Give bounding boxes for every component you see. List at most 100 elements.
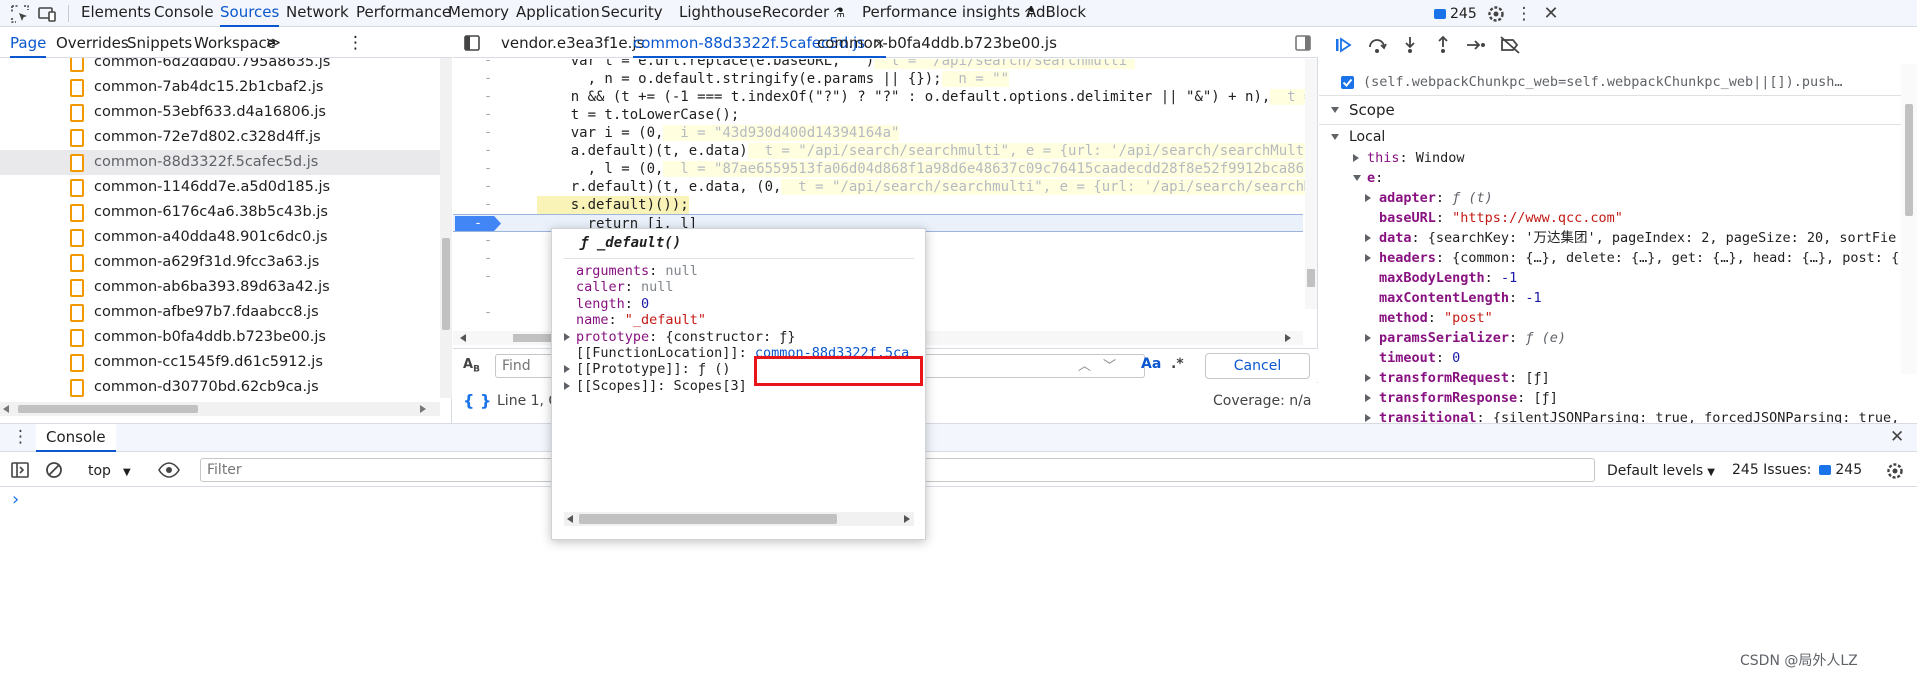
code-line[interactable]: - , l = (0, l = "87ae6559513fa06d04d868f… xyxy=(453,160,1305,178)
tab-console[interactable]: Console xyxy=(154,0,214,27)
scroll-right-arrow-icon[interactable] xyxy=(904,515,910,523)
tab-adblock[interactable]: AdBlock xyxy=(1026,0,1086,27)
hovered-expression[interactable]: s.default)()); xyxy=(537,196,689,214)
file-item[interactable]: common-a40dda48.901c6dc0.js xyxy=(0,225,440,250)
console-settings-gear-icon[interactable] xyxy=(1885,461,1905,481)
editor-tab-common-b0fa4ddb[interactable]: common-b0fa4ddb.b723be00.js xyxy=(817,28,1057,58)
code-line[interactable]: - r.default)(t, e.data, (0, t = "/api/se… xyxy=(453,178,1305,196)
scope-variable-row[interactable]: maxContentLength: -1 xyxy=(1319,288,1909,308)
file-item[interactable]: common-b0fa4ddb.b723be00.js xyxy=(0,325,440,350)
scope-variable-row[interactable]: maxBodyLength: -1 xyxy=(1319,268,1909,288)
code-line[interactable]: - a.default)(t, e.data) t = "/api/search… xyxy=(453,142,1305,160)
nav-tab-workspace[interactable]: Workspace xyxy=(194,28,276,58)
scope-vscroll-thumb[interactable] xyxy=(1905,104,1913,216)
scroll-left-arrow-icon[interactable] xyxy=(3,405,9,413)
scroll-right-arrow-icon[interactable] xyxy=(1285,334,1291,342)
file-item-selected[interactable]: common-88d3322f.5cafec5d.js xyxy=(0,150,440,175)
close-drawer-icon[interactable]: ✕ xyxy=(1890,427,1904,447)
scope-section-header[interactable]: Scope xyxy=(1319,97,1909,123)
inspect-element-icon[interactable] xyxy=(10,4,30,24)
nav-tab-overrides[interactable]: Overrides xyxy=(56,28,129,58)
tab-lighthouse[interactable]: Lighthouse xyxy=(679,0,762,27)
more-tabs-chevron-icon[interactable]: ≫ xyxy=(266,28,281,58)
issues-badge[interactable]: 245 xyxy=(1434,4,1477,24)
file-item[interactable]: common-72e7d802.c328d4ff.js xyxy=(0,125,440,150)
cancel-find-button[interactable]: Cancel xyxy=(1205,353,1310,379)
file-item[interactable]: common-afbe97b7.fdaabcc8.js xyxy=(0,300,440,325)
file-item[interactable]: common-6176c4a6.38b5c43b.js xyxy=(0,200,440,225)
tab-performance-insights[interactable]: Performance insights ⚗ xyxy=(862,0,1036,27)
popover-hscroll-thumb[interactable] xyxy=(579,514,837,524)
tab-application[interactable]: Application xyxy=(516,0,600,27)
close-devtools-icon[interactable]: ✕ xyxy=(1541,4,1561,24)
find-replace-toggle-icon[interactable]: AB xyxy=(463,357,480,375)
drawer-menu-icon[interactable]: ⋮ xyxy=(12,427,29,447)
scope-variable-row[interactable]: adapter: ƒ (t) xyxy=(1319,188,1909,208)
scope-vscrollbar[interactable] xyxy=(1901,64,1917,374)
navigator-hscroll-thumb[interactable] xyxy=(18,405,198,413)
tab-recorder[interactable]: Recorder ⚗ xyxy=(762,0,845,27)
file-item[interactable]: common-d30770bd.62cb9ca.js xyxy=(0,375,440,398)
console-issues-counter[interactable]: 245 Issues: 245 xyxy=(1732,460,1862,480)
nav-tab-snippets[interactable]: Snippets xyxy=(127,28,192,58)
pretty-print-icon[interactable]: { } xyxy=(463,391,491,410)
code-line[interactable]: - var i = (0, i = "43d930d400d14394164a" xyxy=(453,124,1303,142)
step-over-icon[interactable] xyxy=(1366,35,1388,55)
console-sidebar-toggle-icon[interactable] xyxy=(11,462,29,478)
scope-variable-row[interactable]: method: "post" xyxy=(1319,308,1909,328)
callstack-checkbox[interactable] xyxy=(1341,76,1354,89)
navigator-vscrollbar[interactable] xyxy=(440,58,452,398)
code-line[interactable]: - t = t.toLowerCase(); xyxy=(453,106,1303,124)
popover-function-signature[interactable]: ƒ _default() xyxy=(580,235,681,251)
scope-variable-row[interactable]: timeout: 0 xyxy=(1319,348,1909,368)
scope-variable-row[interactable]: baseURL: "https://www.qcc.com" xyxy=(1319,208,1909,228)
code-line[interactable]: - var t = e.url.replace(e.baseURL, "") t… xyxy=(453,59,1303,70)
toggle-navigator-icon[interactable] xyxy=(463,34,481,52)
drawer-tab-console[interactable]: Console xyxy=(36,424,116,452)
scope-variable-row[interactable]: headers: {common: {…}, delete: {…}, get:… xyxy=(1319,248,1909,268)
device-toolbar-icon[interactable] xyxy=(37,4,57,24)
navigator-hscrollbar[interactable] xyxy=(0,402,440,416)
regex-button[interactable]: .* xyxy=(1171,356,1184,372)
log-levels-dropdown[interactable]: Default levels ▼ xyxy=(1607,461,1715,481)
toggle-debugger-icon[interactable] xyxy=(1294,34,1312,52)
console-prompt[interactable]: › xyxy=(12,490,19,510)
scroll-left-arrow-icon[interactable] xyxy=(567,515,573,523)
tab-performance[interactable]: Performance xyxy=(356,0,451,27)
file-item[interactable]: common-7ab4dc15.2b1cbaf2.js xyxy=(0,75,440,100)
editor-vscroll-thumb[interactable] xyxy=(1307,269,1315,287)
code-line[interactable]: - , n = o.default.stringify(e.params || … xyxy=(453,70,1303,88)
editor-vscrollbar[interactable] xyxy=(1305,59,1317,309)
code-line[interactable]: - n && (t += (-1 === t.indexOf("?") ? "?… xyxy=(453,88,1305,106)
deactivate-breakpoints-icon[interactable] xyxy=(1499,35,1521,55)
nav-tab-page[interactable]: Page xyxy=(10,28,47,58)
code-line[interactable]: - s.default)()); xyxy=(453,196,1303,214)
file-item[interactable]: common-cc1545f9.d61c5912.js xyxy=(0,350,440,375)
scroll-right-arrow-icon[interactable] xyxy=(420,405,426,413)
step-out-icon[interactable] xyxy=(1432,35,1454,55)
match-case-button[interactable]: Aa xyxy=(1141,356,1161,372)
tab-memory[interactable]: Memory xyxy=(448,0,509,27)
context-selector[interactable]: top ▼ xyxy=(88,461,131,481)
tab-elements[interactable]: Elements xyxy=(81,0,151,27)
resume-icon[interactable] xyxy=(1333,35,1355,55)
scope-variable-row[interactable]: this: Window xyxy=(1319,148,1909,168)
scope-variable-row[interactable]: transformRequest: [ƒ] xyxy=(1319,368,1909,388)
scope-variable-row[interactable]: paramsSerializer: ƒ (e) xyxy=(1319,328,1909,348)
settings-gear-icon[interactable] xyxy=(1486,4,1506,24)
scope-variable-row[interactable]: e: xyxy=(1319,168,1909,188)
file-item[interactable]: common-6d2ddbd0.795a8635.js xyxy=(0,58,440,75)
callstack-frame[interactable]: (self.webpackChunkpc_web=self.webpackChu… xyxy=(1363,72,1903,92)
navigator-menu-icon[interactable]: ⋮ xyxy=(347,28,364,58)
find-next-chevron-icon[interactable]: ﹀ xyxy=(1103,355,1116,374)
tab-sources[interactable]: Sources xyxy=(220,0,280,27)
tab-network[interactable]: Network xyxy=(286,0,349,27)
live-expression-eye-icon[interactable] xyxy=(158,461,180,479)
scope-variable-row[interactable]: transitional: {silentJSONParsing: true, … xyxy=(1319,408,1909,423)
step-into-icon[interactable] xyxy=(1399,35,1421,55)
popover-hscrollbar[interactable] xyxy=(564,512,914,526)
scroll-left-arrow-icon[interactable] xyxy=(460,334,466,342)
file-item[interactable]: common-ab6ba393.89d63a42.js xyxy=(0,275,440,300)
navigator-vscroll-thumb[interactable] xyxy=(442,238,450,330)
more-options-icon[interactable]: ⋮ xyxy=(1514,4,1534,24)
